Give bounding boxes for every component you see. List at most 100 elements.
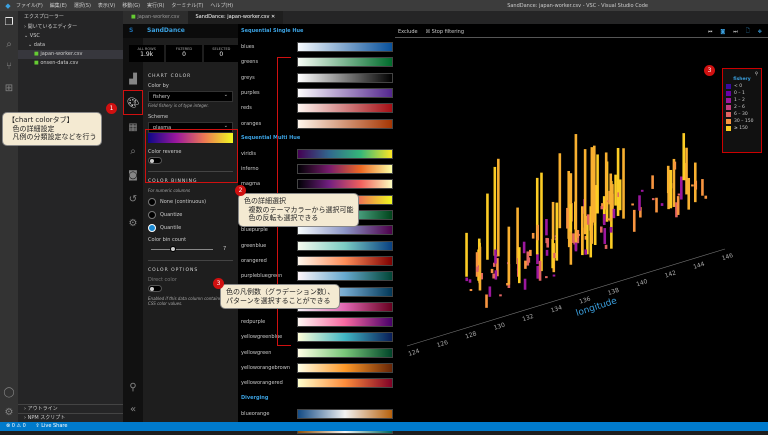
- bar-mark: [604, 244, 608, 249]
- pin-icon[interactable]: ⚲: [124, 376, 142, 398]
- scheme-option-purples[interactable]: purples: [241, 87, 393, 99]
- stop-filtering-button[interactable]: ☒ Stop filtering: [426, 29, 464, 35]
- menu-item[interactable]: ターミナル(T): [171, 3, 203, 9]
- legend-swatch: [726, 84, 731, 89]
- search-icon[interactable]: ⌕: [0, 33, 18, 55]
- scheme-option-greenblue[interactable]: greenblue: [241, 240, 393, 252]
- scheme-gradient-swatch: [297, 408, 393, 419]
- bar-mark: [704, 195, 708, 199]
- file-japan-worker[interactable]: ■ japan-worker.csv: [18, 50, 123, 59]
- scheme-option-yellowgreenblue[interactable]: yellowgreenblue: [241, 331, 393, 343]
- 3d-bar-chart[interactable]: 124126128130132134136138140142144146long…: [395, 24, 768, 422]
- scheme-option-label: yelloworangered: [241, 380, 283, 387]
- exclude-button[interactable]: Exclude: [398, 29, 418, 35]
- legend-item[interactable]: < 0: [726, 84, 758, 89]
- csv-file-icon: ■: [34, 51, 39, 57]
- scheme-gradient-swatch: [297, 72, 393, 83]
- color-by-note: Field fishery is of type integer.: [148, 103, 209, 108]
- bar-mark: [545, 276, 548, 279]
- legend-item[interactable]: 30 – 150: [726, 119, 758, 124]
- scheme-gradient-swatch: [297, 57, 393, 68]
- bar-mark: [551, 201, 555, 241]
- scheme-option-oranges[interactable]: oranges: [241, 118, 393, 130]
- next-icon[interactable]: ⏭: [733, 29, 738, 35]
- color-by-select[interactable]: fishery: [148, 90, 233, 102]
- extensions-icon[interactable]: ⊞: [0, 77, 18, 99]
- slider-thumb[interactable]: [170, 246, 176, 252]
- camera-icon[interactable]: ◙: [720, 29, 725, 35]
- menu-bar: ファイル(F) 編集(E) 選択(S) 表示(V) 移動(G) 実行(R) ターミナル(T)…: [16, 2, 240, 9]
- bar-mark: [640, 189, 644, 192]
- activity-bar: ❐ ⌕ ⑂ ⊞ ◯ ⚙: [0, 11, 18, 422]
- search-icon[interactable]: ⌕: [124, 140, 142, 162]
- menu-item[interactable]: 実行(R): [147, 3, 164, 9]
- bar-mark: [600, 206, 604, 210]
- x-axis: [406, 248, 726, 347]
- menu-item[interactable]: 選択(S): [74, 3, 91, 9]
- radio-none[interactable]: None (continuous): [148, 198, 233, 206]
- outline-section[interactable]: › アウトライン: [18, 404, 123, 413]
- legend-item[interactable]: 0 – 1: [726, 91, 758, 96]
- table-icon[interactable]: ▦: [124, 116, 142, 138]
- open-editors-section[interactable]: › 開いているエディター: [18, 23, 123, 32]
- menu-item[interactable]: 表示(V): [98, 3, 115, 9]
- window-title: SandDance: japan-worker.csv - VSC - Visu…: [507, 2, 648, 9]
- legend-item[interactable]: 6 – 30: [726, 112, 758, 117]
- menu-item[interactable]: ファイル(F): [16, 3, 43, 9]
- scheme-option-yelloworangebrown[interactable]: yelloworangebrown: [241, 362, 393, 374]
- bar-mark: [676, 196, 680, 215]
- bar-mark: [540, 172, 543, 272]
- chart-area[interactable]: 124 126 128 130 132 134 136 138 140 142 144 146 long…: [395, 24, 768, 422]
- scheme-option-blues[interactable]: blues: [241, 41, 393, 53]
- scheme-option-inferno[interactable]: inferno: [241, 163, 393, 175]
- scheme-option-purplebluegreen[interactable]: purplebluegreen: [241, 270, 393, 282]
- tab-sanddance[interactable]: SandDance: japan-worker.csv ✕: [187, 11, 284, 24]
- bar-mark: [497, 158, 500, 257]
- document-icon[interactable]: 🗋︎: [746, 28, 750, 36]
- data-folder[interactable]: ⌄ data: [18, 41, 123, 50]
- scheme-option-redpurple[interactable]: redpurple: [241, 316, 393, 328]
- legend-title[interactable]: fishery: [726, 77, 758, 82]
- menu-item[interactable]: 編集(E): [50, 3, 67, 9]
- direct-color-toggle[interactable]: [148, 285, 162, 292]
- scheme-option-blueorange[interactable]: blueorange: [241, 408, 393, 420]
- legend-item[interactable]: 1 – 2: [726, 98, 758, 103]
- radio-quantile[interactable]: Quantile: [148, 224, 233, 232]
- problems-indicator[interactable]: ⊗ 0 ⚠ 0: [6, 423, 26, 429]
- legend-item[interactable]: ≥ 150: [726, 126, 758, 131]
- radio-quantize[interactable]: Quantize: [148, 211, 233, 219]
- previous-icon[interactable]: ⏮: [708, 29, 713, 35]
- scheme-option-greys[interactable]: greys: [241, 72, 393, 84]
- legend-swatch: [726, 126, 731, 131]
- files-icon[interactable]: ❐: [0, 11, 18, 33]
- legend-item[interactable]: 2 – 6: [726, 105, 758, 110]
- scheme-option-reds[interactable]: reds: [241, 102, 393, 114]
- close-icon[interactable]: ✕: [271, 14, 275, 20]
- vsc-folder[interactable]: ⌄ VSC: [18, 32, 123, 41]
- chart-type-icon[interactable]: ▟: [124, 68, 142, 90]
- bin-count-slider[interactable]: 7: [148, 245, 233, 253]
- scheme-option-yellowgreen[interactable]: yellowgreen: [241, 347, 393, 359]
- npm-section[interactable]: › NPM スクリプト: [18, 413, 123, 422]
- account-icon[interactable]: ◯: [0, 381, 18, 403]
- source-control-icon[interactable]: ⑂: [0, 55, 18, 77]
- scheme-option-greens[interactable]: greens: [241, 56, 393, 68]
- scheme-option-yelloworangered[interactable]: yelloworangered: [241, 377, 393, 389]
- snapshot-icon[interactable]: ◙: [124, 164, 142, 186]
- collapse-icon[interactable]: «: [124, 398, 142, 420]
- file-onsen-data[interactable]: ■ onsen-data.csv: [18, 59, 123, 68]
- tab-japan-worker-csv[interactable]: ■ japan-worker.csv: [123, 11, 188, 24]
- bar-mark: [494, 249, 497, 264]
- file-label: japan-worker.csv: [40, 51, 83, 57]
- scheme-option-viridis[interactable]: viridis: [241, 148, 393, 160]
- move-icon[interactable]: ✥: [758, 29, 762, 35]
- scheme-option-magma[interactable]: magma: [241, 178, 393, 190]
- menu-item[interactable]: ヘルプ(H): [210, 3, 233, 9]
- menu-item[interactable]: 移動(G): [122, 3, 140, 9]
- scheme-option-orangered[interactable]: orangered: [241, 255, 393, 267]
- settings-icon[interactable]: ⚙: [124, 212, 142, 234]
- history-icon[interactable]: ↺: [124, 188, 142, 210]
- scheme-gradient-swatch: [297, 225, 393, 236]
- gear-icon[interactable]: ⚙: [0, 401, 18, 423]
- live-share-button[interactable]: ⇪ Live Share: [35, 423, 67, 429]
